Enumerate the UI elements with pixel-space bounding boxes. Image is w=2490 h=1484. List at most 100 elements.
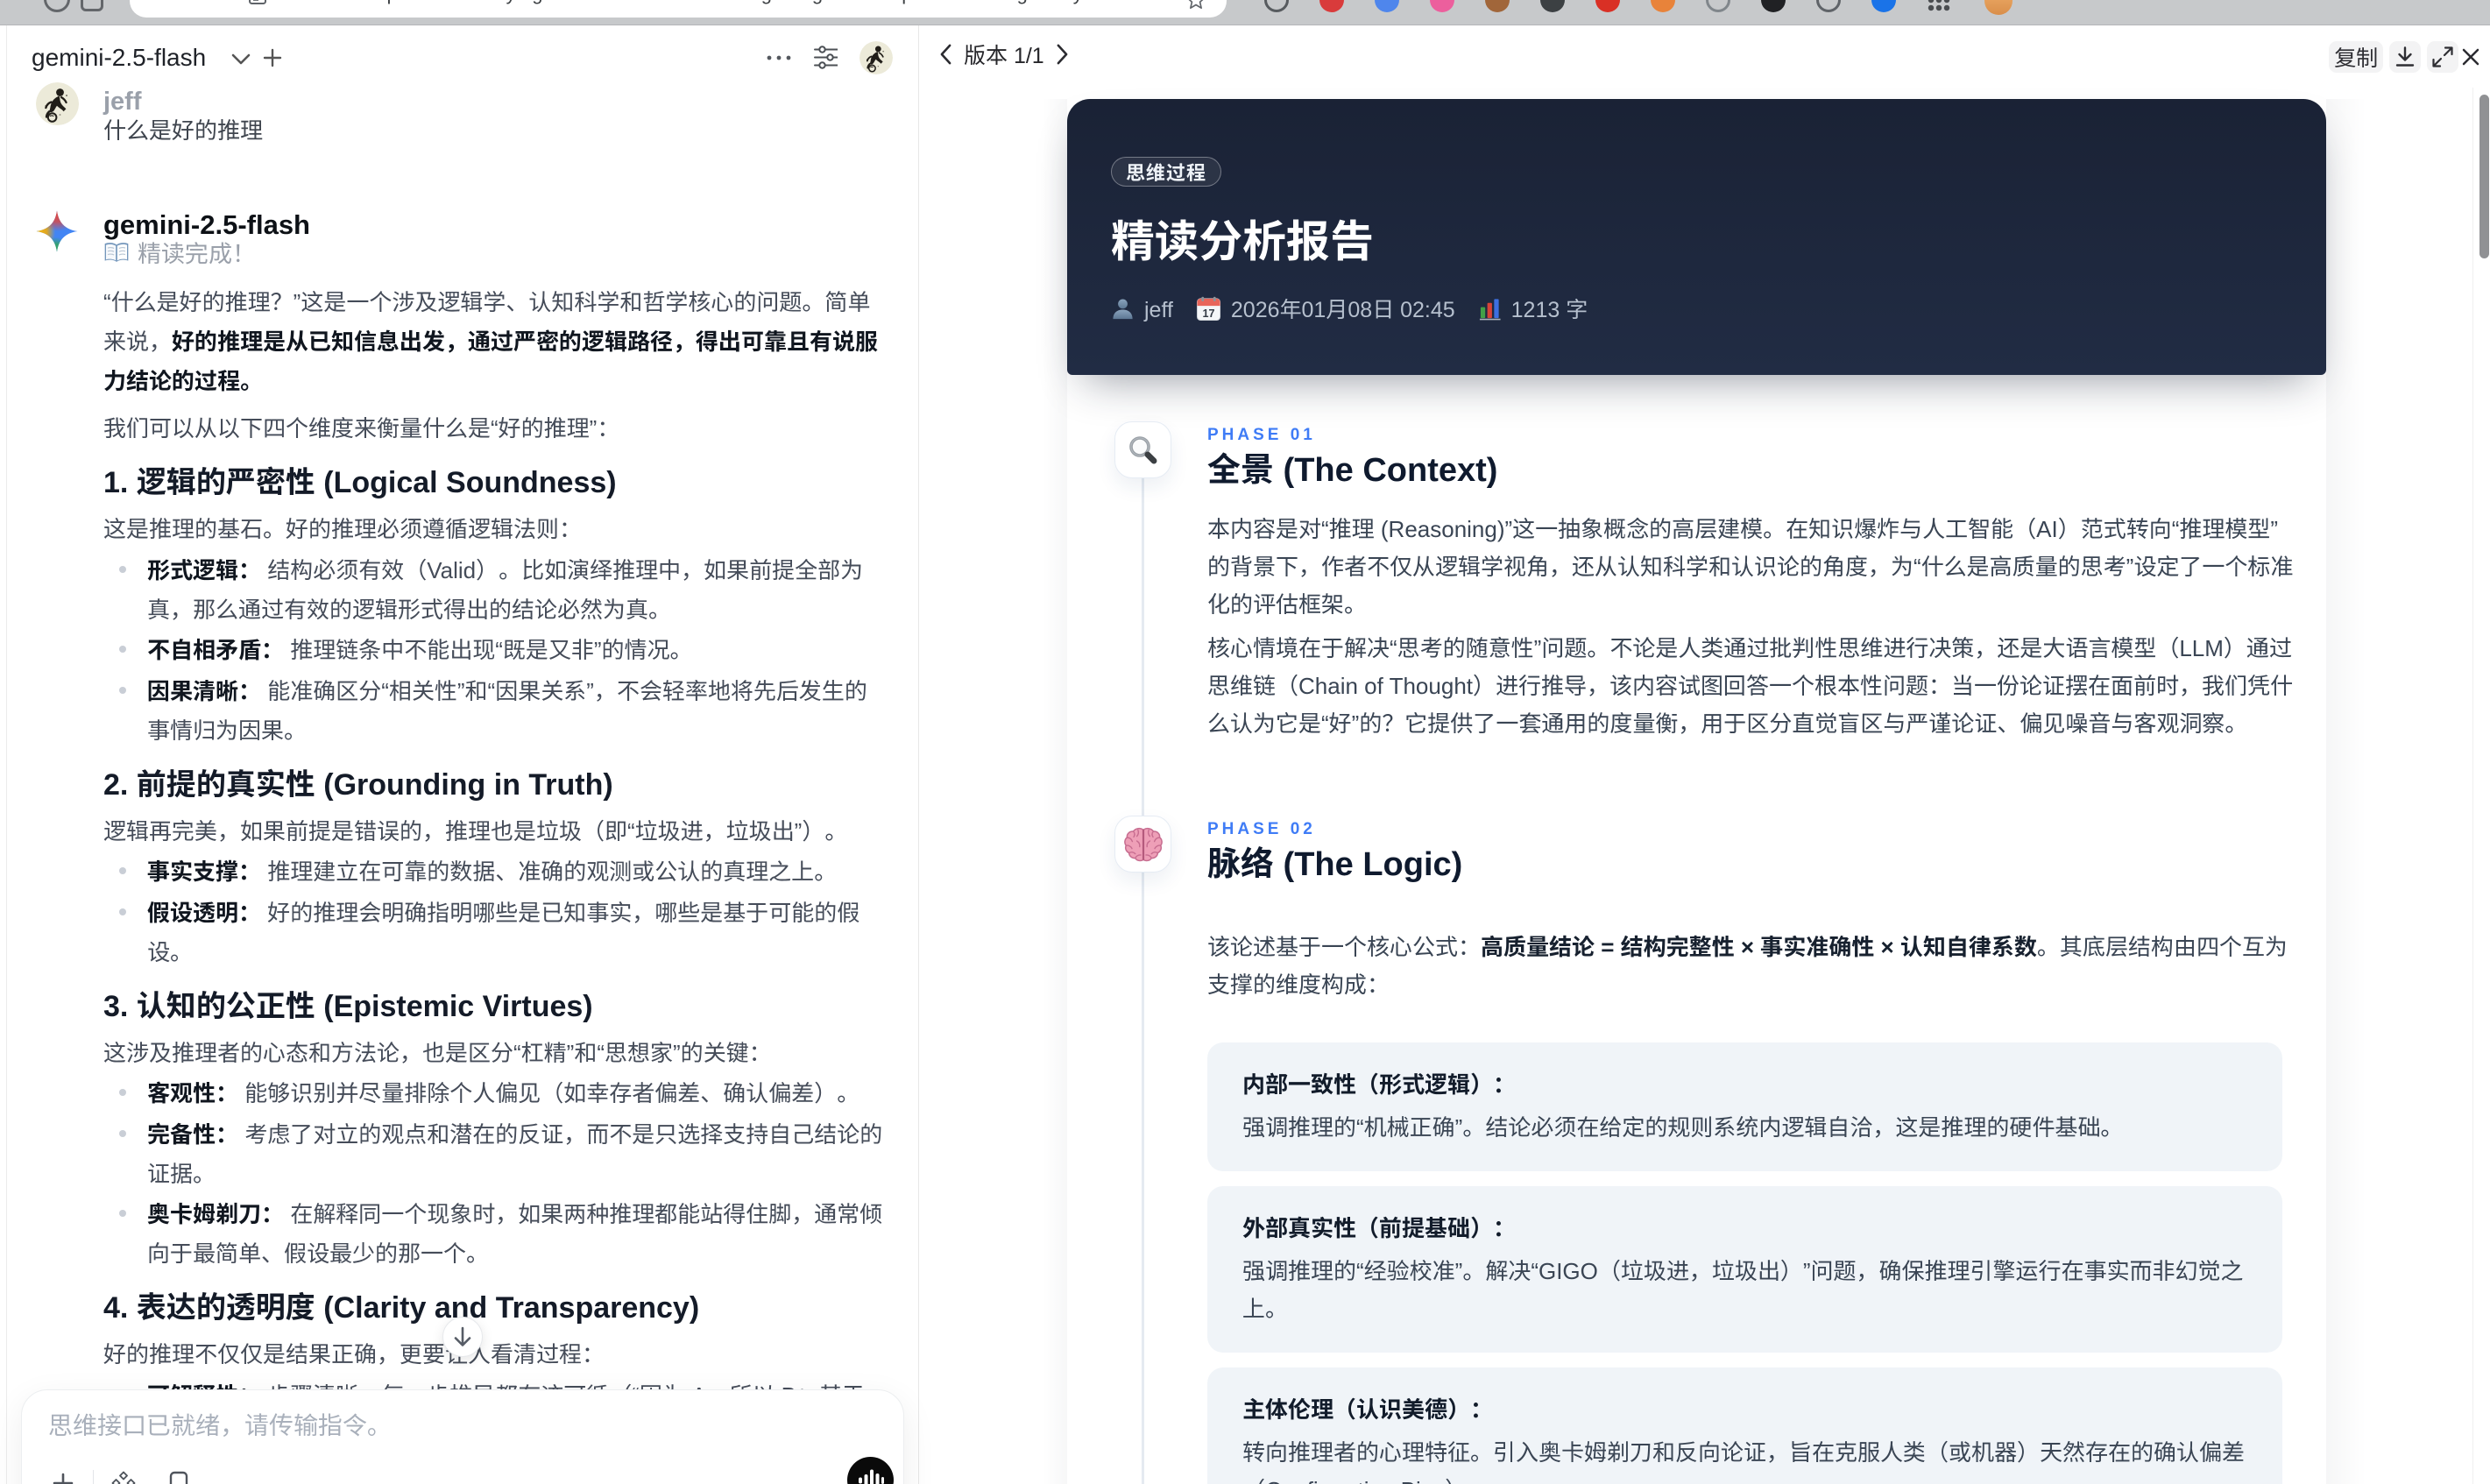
browser-extension-icon[interactable] [1706, 0, 1730, 12]
phase1-icon-card [1114, 421, 1171, 478]
reader-mode-icon[interactable] [249, 0, 266, 4]
list-item-term: 客观性： [147, 1076, 239, 1108]
list-item-text: 考虑了对立的观点和潜在的反证，而不是只选择支持自己结论的证据。 [147, 1116, 883, 1189]
assistant-paragraph: “什么是好的推理？”​这是一个涉及逻辑学、认知科学和哲学核心的问题。简单来说，好… [103, 281, 883, 399]
panel-divider[interactable] [918, 25, 919, 1484]
fullscreen-button[interactable] [2427, 41, 2458, 73]
save-topic-icon[interactable] [167, 1471, 190, 1484]
toolbar-divider [93, 1470, 94, 1484]
browser-extension-icon[interactable] [1430, 0, 1454, 12]
skills-icon[interactable] [111, 1471, 136, 1484]
session-avatar[interactable] [859, 41, 893, 74]
card-text: 强调推理的“经验校准”​。解决“GIGO（垃圾进，垃圾出）”​问题，确保推理引擎… [1242, 1254, 2244, 1324]
list-item-term: 因果清晰： [147, 673, 262, 706]
paragraph-run: 好的推理是从已知信息出发，通过严密的逻辑路径，得出可靠且有说服力结论的过程。 [103, 324, 879, 396]
phase1-section: PHASE 01 全景 (The Context) 本内容是对“推理 (Reas… [1207, 423, 2299, 741]
list-item-term: 事实支撑： [147, 854, 262, 887]
browser-extension-icon[interactable] [1761, 0, 1786, 12]
barchart-icon [1478, 297, 1502, 321]
chat-topic-title[interactable]: gemini-2.5-flash [32, 42, 206, 70]
browser-extension-icon[interactable] [1651, 0, 1675, 12]
user-avatar[interactable] [36, 82, 79, 125]
browser-chrome: sp-web.cloudflying.cn:3210/chat/session?… [0, 0, 2490, 25]
download-button[interactable] [2389, 41, 2421, 73]
scrollbar-track [2472, 88, 2473, 1484]
assistant-list-item: 客观性： 能够识别并尽量排除个人偏见（如幸存者偏差、确认偏差）。 [103, 1072, 883, 1112]
browser-extension-icon[interactable] [1264, 0, 1289, 12]
user-name: jeff [103, 81, 142, 117]
assistant-list-item: 完备性： 考虑了对立的观点和潜在的反证，而不是只选择支持自己结论的证据。 [103, 1113, 883, 1192]
list-item-term: 奥卡姆剃刀： [147, 1197, 285, 1229]
phase2-label: PHASE 02 [1207, 816, 1316, 839]
assistant-list-item: 因果清晰： 能准确区分“相关性”​和“因果关系”​，不会轻率地将先后发生的事情归… [103, 670, 883, 749]
composer-toolbar [51, 1470, 190, 1484]
chevron-down-icon[interactable] [230, 53, 251, 67]
assistant-message-body[interactable]: “什么是好的推理？”​这是一个涉及逻辑学、认知科学和哲学核心的问题。简单来说，好… [103, 281, 883, 1454]
intro-pre: 该论述基于一个核心公式： [1207, 929, 1482, 962]
list-item-text: 能够识别并尽量排除个人偏见（如幸存者偏差、确认偏差）。 [238, 1076, 860, 1108]
assistant-list-item: 奥卡姆剃刀： 在解释同一个现象时，如果两种推理都能站得住脚，通常倾向于最简单、假… [103, 1193, 883, 1272]
browser-extension-icon[interactable] [1540, 0, 1565, 12]
phase1-title: 全景 (The Context) [1207, 442, 1498, 491]
expand-icon [2431, 46, 2454, 68]
browser-extension-icon[interactable] [1595, 0, 1620, 12]
model-settings-icon[interactable] [814, 46, 838, 69]
document-shadow [2326, 99, 2366, 1484]
assistant-list: 客观性： 能够识别并尽量排除个人偏见（如幸存者偏差、确认偏差）。 完备性： 考虑了… [103, 1072, 883, 1272]
voice-input-button[interactable] [847, 1457, 894, 1484]
assistant-name: gemini-2.5-flash [103, 202, 310, 242]
browser-extension-icon[interactable] [1816, 0, 1841, 12]
paragraph-run: 这是推理的基石。好的推理必须遵循逻辑法则： [103, 512, 583, 544]
assistant-status: 精读完成！ [103, 238, 256, 266]
phase2-section: PHASE 02 脉络 (The Logic) 该论述基于一个核心公式：高质量结… [1207, 817, 2299, 1484]
attach-plus-icon[interactable] [51, 1471, 75, 1484]
report-badge: 思维过程 [1111, 157, 1222, 187]
paragraph-run: 这涉及推理者的心态和方法论，也是区分“杠精”​和“思想家”​的关键： [103, 1035, 772, 1068]
browser-profile-avatar[interactable] [1984, 0, 2013, 15]
browser-apps-grid-icon[interactable] [1927, 0, 1951, 12]
browser-extension-icon[interactable] [1319, 0, 1344, 12]
user-message[interactable]: 什么是好的推理 [103, 112, 263, 147]
calendar-icon: 17 [1196, 296, 1221, 322]
version-prev-icon[interactable] [939, 44, 952, 65]
assistant-heading: 4. 表达的透明度 (Clarity and Transparency) [103, 1283, 700, 1326]
logic-dimension-card: 主体伦理（认识美德）： 转向推理者的心理特征。引入奥卡姆剃刀和反向论证，旨在克服… [1207, 1367, 2282, 1484]
message-composer[interactable]: 思维接口已就绪，请传输指令。 [21, 1389, 904, 1484]
copy-button[interactable]: 复制 [2329, 41, 2383, 73]
list-item-text: 推理建立在可靠的数据、准确的观测或公认的真理之上。 [261, 854, 838, 887]
browser-extension-icon[interactable] [1871, 0, 1896, 12]
scrollbar-thumb[interactable] [2479, 95, 2489, 258]
bookmark-star-icon[interactable] [1186, 0, 1206, 10]
browser-extension-icon[interactable] [1375, 0, 1399, 12]
report-title: 精读分析报告 [1111, 207, 1374, 270]
card-title: 主体伦理（认识美德）： [1242, 1392, 1494, 1424]
card-title: 外部真实性（前提基础）： [1242, 1211, 1517, 1243]
browser-address-bar[interactable]: sp-web.cloudflying.cn:3210/chat/session?… [130, 0, 1227, 18]
meta-author: jeff [1111, 293, 1173, 323]
status-text: 精读完成！ [138, 235, 256, 269]
card-text: 强调推理的“机械正确”​。结论必须在给定的规则系统内逻辑自洽，这是推理的硬件基础… [1242, 1110, 2124, 1142]
list-item-term: 形式逻辑： [147, 552, 262, 585]
phase1-paragraph: 核心情境在于解决“思考的随意性”​问题。不论是人类通过批判性思维进行决策，还是大… [1207, 631, 2294, 738]
gemini-logo-icon[interactable] [36, 210, 78, 252]
version-label: 版本 1/1 [964, 39, 1044, 70]
scroll-to-bottom-button[interactable] [442, 1317, 483, 1357]
assistant-list: 事实支撑： 推理建立在可靠的数据、准确的观测或公认的真理之上。 假设透明： 好的推… [103, 851, 883, 971]
new-topic-button[interactable] [262, 47, 283, 68]
more-options-icon[interactable] [766, 54, 792, 61]
logic-dimension-card: 内部一致性（形式逻辑）： 强调推理的“机械正确”​。结论必须在给定的规则系统内逻… [1207, 1042, 2282, 1171]
close-panel-button[interactable] [2458, 45, 2483, 69]
paragraph-run: 好的推理不仅仅是结果正确，更要让人看清过程： [103, 1337, 605, 1369]
browser-toolbar-icon[interactable] [44, 0, 70, 12]
sidebar-edge-divider [6, 25, 7, 1484]
phase1-paragraph: 本内容是对“推理 (Reasoning)”​这一抽象概念的高层建模。在知识爆炸与… [1207, 512, 2294, 619]
assistant-heading: 3. 认知的公正性 (Epistemic Virtues) [103, 981, 593, 1025]
list-item-text: 推理链条中不能出现“既是又非”​的情况。 [284, 632, 693, 665]
version-next-icon[interactable] [1056, 44, 1069, 65]
assistant-paragraph: 我们可以从以下四个维度来衡量什么是“好的推理”​： [103, 407, 883, 447]
phase2-title: 脉络 (The Logic) [1207, 837, 1463, 885]
browser-toolbar-icon[interactable] [81, 0, 103, 11]
report-header-card: 思维过程 精读分析报告 jeff 17 2026年01月08日 02:45 121… [1067, 99, 2326, 375]
browser-extension-icon[interactable] [1485, 0, 1510, 12]
assistant-paragraph: 逻辑再完美，如果前提是错误的，推理也是垃圾（即“垃圾进，垃圾出”​）。 [103, 810, 883, 850]
